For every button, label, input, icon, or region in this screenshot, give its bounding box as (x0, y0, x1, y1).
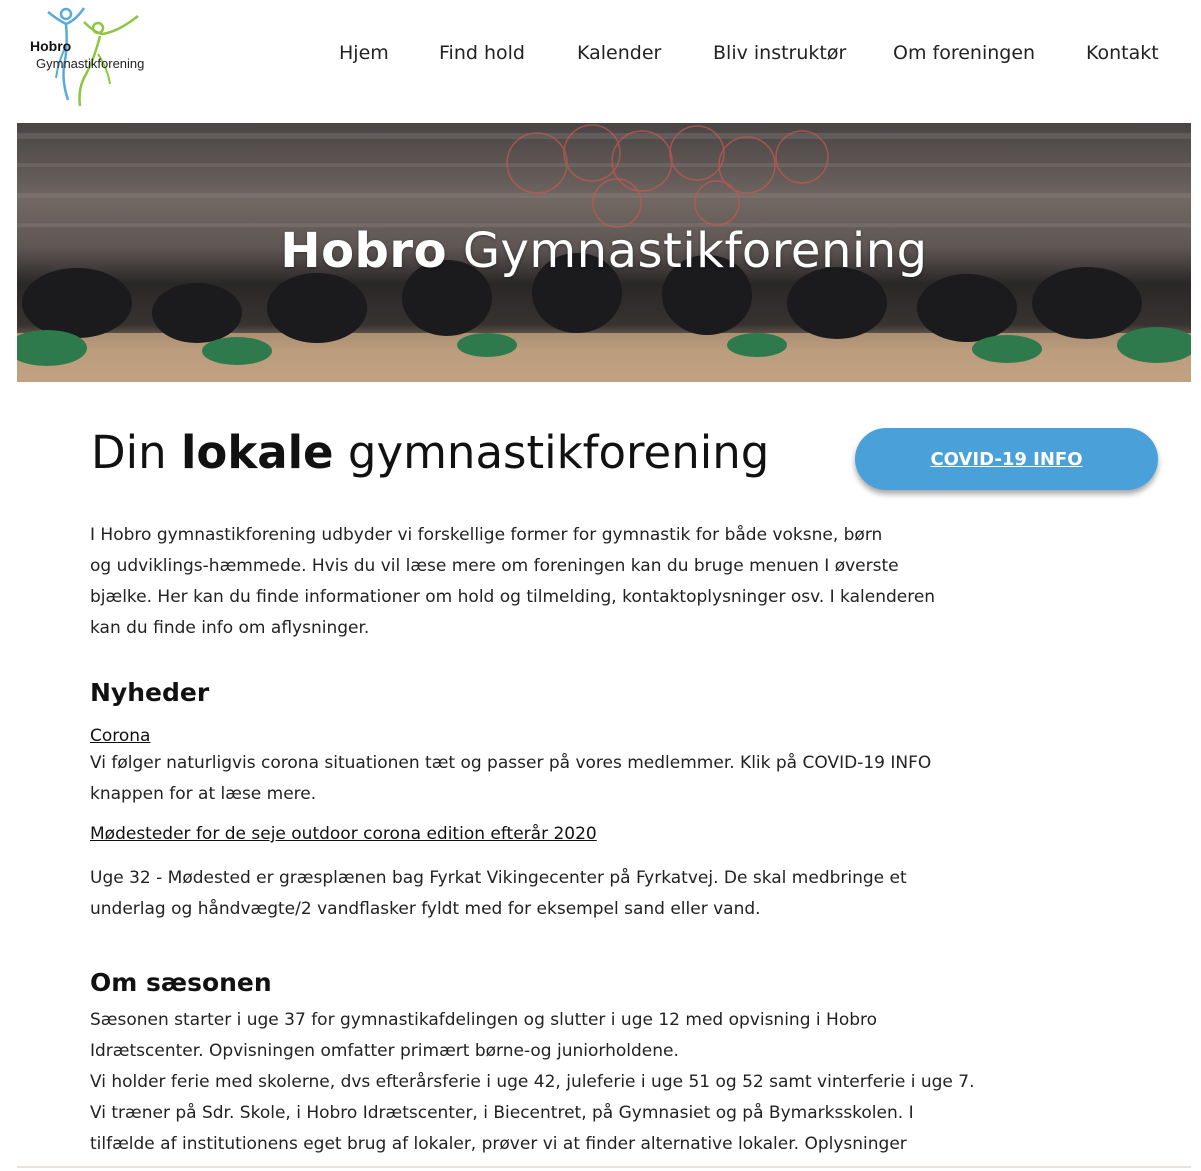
page-title-bold: lokale (181, 426, 334, 479)
main-nav: Hjem Find hold Kalender Bliv instruktør … (0, 42, 1201, 70)
nav-item-kontakt[interactable]: Kontakt (1086, 42, 1159, 64)
page-title: Din lokale gymnastikforening (91, 426, 769, 479)
intro-line: I Hobro gymnastikforening udbyder vi for… (90, 525, 883, 545)
news-line: Vi følger naturligvis corona situationen… (90, 753, 932, 773)
footer-divider (17, 1166, 1191, 1168)
news-body-corona: Vi følger naturligvis corona situationen… (90, 748, 1050, 810)
news-line: knappen for at læse mere. (90, 784, 317, 804)
hero-title-bold: Hobro (280, 223, 448, 279)
news-line: Uge 32 - Mødested er græsplænen bag Fyrk… (90, 868, 907, 888)
nav-item-om-foreningen[interactable]: Om foreningen (893, 42, 1035, 64)
intro-line: kan du finde info om aflysninger. (90, 618, 370, 638)
nav-item-hjem[interactable]: Hjem (339, 42, 389, 64)
news-title-moedesteder[interactable]: Mødesteder for de seje outdoor corona ed… (90, 824, 597, 844)
season-line: Idrætscenter. Opvisningen omfatter primæ… (90, 1041, 679, 1061)
nav-item-kalender[interactable]: Kalender (577, 42, 661, 64)
season-line: Vi træner på Sdr. Skole, i Hobro Idrætsc… (90, 1103, 914, 1123)
news-title-corona[interactable]: Corona (90, 726, 150, 746)
intro-line: bjælke. Her kan du finde informationer o… (90, 587, 936, 607)
season-line: tilfælde af institutionens eget brug af … (90, 1134, 907, 1154)
hero-title-rest: Gymnastikforening (462, 223, 928, 279)
hero-banner: Hobro Gymnastikforening (17, 123, 1191, 382)
hero-title: Hobro Gymnastikforening (17, 223, 1191, 279)
season-line: Sæsonen starter i uge 37 for gymnastikaf… (90, 1010, 878, 1030)
season-body: Sæsonen starter i uge 37 for gymnastikaf… (90, 1005, 1050, 1160)
news-line: underlag og håndvægte/2 vandflasker fyld… (90, 899, 761, 919)
news-body-moedesteder: Uge 32 - Mødested er græsplænen bag Fyrk… (90, 863, 1050, 925)
season-heading: Om sæsonen (90, 968, 272, 997)
covid-info-button[interactable]: COVID-19 INFO (855, 428, 1158, 490)
page-title-post: gymnastikforening (347, 426, 770, 479)
intro-paragraph: I Hobro gymnastikforening udbyder vi for… (90, 520, 1050, 644)
page-title-pre: Din (91, 426, 167, 479)
nav-item-bliv-instruktor[interactable]: Bliv instruktør (713, 42, 846, 64)
nav-item-find-hold[interactable]: Find hold (439, 42, 525, 64)
season-line: Vi holder ferie med skolerne, dvs efterå… (90, 1072, 975, 1092)
intro-line: og udviklings-hæmmede. Hvis du vil læse … (90, 556, 899, 576)
news-heading: Nyheder (90, 678, 210, 707)
